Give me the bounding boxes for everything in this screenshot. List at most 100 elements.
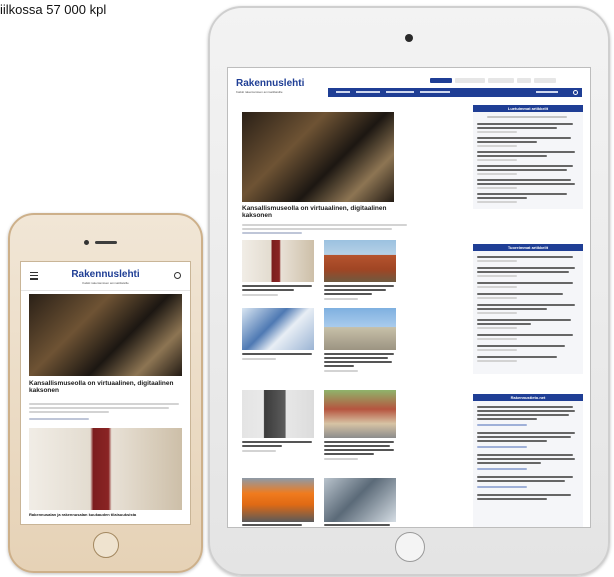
sidebar-link[interactable] [477, 498, 547, 500]
article-title[interactable] [324, 289, 386, 291]
hero-image[interactable] [29, 294, 182, 376]
read-more-link[interactable] [477, 468, 527, 470]
article-image[interactable] [242, 478, 314, 522]
read-more-link[interactable] [477, 446, 527, 448]
site-logo[interactable]: Rakennuslehti [21, 269, 190, 280]
sidebar-link[interactable] [477, 165, 573, 167]
sidebar-link[interactable] [477, 293, 563, 295]
utility-link[interactable] [534, 78, 556, 83]
nav-item[interactable] [386, 91, 414, 93]
sidebar-link[interactable] [477, 323, 531, 325]
article-image[interactable] [242, 308, 314, 350]
sidebar-link[interactable] [477, 179, 571, 181]
sidebar-link[interactable] [477, 462, 541, 464]
tablet-screen: Rakennuslehti Kaikki rakentamisen ammatt… [227, 67, 591, 528]
article-image[interactable] [242, 240, 314, 282]
sidebar-link[interactable] [477, 345, 565, 347]
sidebar-link[interactable] [477, 183, 575, 185]
sidebar-link[interactable] [477, 494, 571, 496]
article-title[interactable] [324, 353, 394, 355]
meta-line [477, 260, 517, 262]
sidebar-link[interactable] [477, 334, 573, 336]
read-more-link[interactable] [477, 424, 527, 426]
sidebar-link[interactable] [477, 267, 575, 269]
article-title[interactable] [324, 524, 390, 526]
meta-line [29, 418, 89, 420]
sidebar-link[interactable] [477, 418, 537, 420]
article-image[interactable] [29, 428, 182, 510]
meta-line [477, 297, 517, 299]
sidebar-link[interactable] [477, 476, 573, 478]
article-image[interactable] [324, 240, 396, 282]
utility-link[interactable] [455, 78, 485, 83]
read-more-link[interactable] [477, 486, 527, 488]
article-title[interactable] [324, 441, 394, 443]
sidebar-link[interactable] [477, 454, 573, 456]
sidebar-link[interactable] [477, 436, 571, 438]
sidebar-tabs[interactable] [487, 116, 567, 118]
sidebar-link[interactable] [477, 271, 569, 273]
sidebar-link[interactable] [477, 169, 567, 171]
meta-line [242, 450, 276, 452]
sidebar-link[interactable] [477, 410, 575, 412]
utility-link[interactable] [488, 78, 514, 83]
article-title[interactable] [242, 353, 312, 355]
sidebar-link[interactable] [477, 440, 547, 442]
meta-line [477, 338, 517, 340]
sidebar-link[interactable] [477, 282, 573, 284]
article-title[interactable] [324, 365, 354, 367]
nav-item[interactable] [336, 91, 350, 93]
sidebar-link[interactable] [477, 308, 547, 310]
utility-link[interactable] [517, 78, 531, 83]
sidebar-link[interactable] [477, 123, 573, 125]
sidebar-link[interactable] [477, 480, 565, 482]
meta-line [477, 201, 517, 203]
hero-headline[interactable]: Kansallismuseolla on virtuaalinen, digit… [29, 380, 179, 395]
article-image[interactable] [324, 308, 396, 350]
article-title[interactable] [242, 285, 312, 287]
sidebar-link[interactable] [477, 197, 527, 199]
sidebar-most-read: Luetuimmat artikkelit [473, 105, 583, 209]
sidebar-link[interactable] [477, 141, 537, 143]
article-title[interactable] [324, 449, 394, 451]
sidebar-link[interactable] [477, 155, 547, 157]
sidebar-link[interactable] [477, 137, 571, 139]
nav-item[interactable] [536, 91, 558, 93]
article-title[interactable] [324, 357, 388, 359]
article-title[interactable] [324, 293, 372, 295]
sidebar-link[interactable] [477, 151, 575, 153]
sidebar-link[interactable] [477, 304, 575, 306]
article-image[interactable] [324, 390, 396, 438]
article-title[interactable] [242, 441, 312, 443]
article-title[interactable] [324, 445, 390, 447]
nav-item[interactable] [356, 91, 380, 93]
sidebar-link[interactable] [477, 458, 575, 460]
article-image[interactable] [324, 478, 396, 522]
article-title[interactable] [324, 361, 392, 363]
home-button[interactable] [93, 532, 119, 558]
home-button[interactable] [395, 532, 425, 562]
article-title[interactable] [242, 289, 294, 291]
sidebar-link[interactable] [477, 406, 573, 408]
sidebar-link[interactable] [477, 356, 557, 358]
search-icon[interactable] [174, 272, 181, 279]
site-logo[interactable]: Rakennuslehti [236, 78, 304, 89]
search-icon[interactable] [573, 90, 578, 95]
utility-link[interactable] [430, 78, 452, 83]
article-image[interactable] [242, 390, 314, 438]
text-line [29, 407, 169, 409]
article-title[interactable] [324, 453, 374, 455]
sidebar-link[interactable] [477, 193, 567, 195]
sidebar-link[interactable] [477, 127, 557, 129]
article-title[interactable] [242, 524, 302, 526]
article-headline[interactable]: Rakennusalan ja rakennusalan kuukauden t… [29, 512, 184, 518]
nav-item[interactable] [420, 91, 450, 93]
article-title[interactable] [324, 285, 394, 287]
sidebar-link[interactable] [477, 432, 575, 434]
sidebar-link[interactable] [477, 256, 573, 258]
sidebar-link[interactable] [477, 319, 571, 321]
article-title[interactable] [242, 445, 282, 447]
hero-image[interactable] [242, 112, 394, 202]
sidebar-link[interactable] [477, 414, 569, 416]
hero-headline[interactable]: Kansallismuseolla on virtuaalinen, digit… [242, 205, 417, 220]
